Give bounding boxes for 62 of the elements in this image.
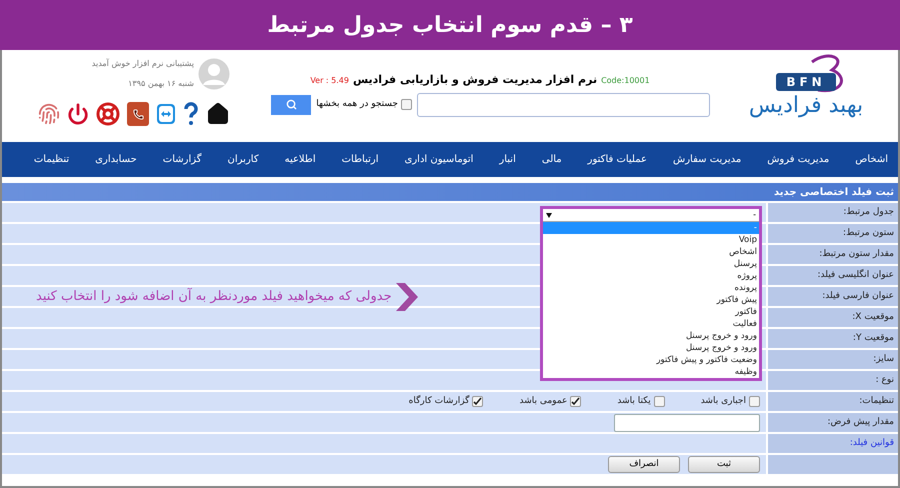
chevron-icon [396,283,418,311]
select-value: - [753,209,756,221]
home-icon[interactable] [206,102,230,126]
annotation-text: جدولی که میخواهید فیلد موردنظر به آن اضافه شود را انتخاب کنید [36,287,392,306]
banner-title: ۳ – قدم سوم انتخاب جدول مرتبط [267,12,633,40]
nav-item[interactable]: حسابداری [95,152,137,167]
checkbox[interactable] [401,99,412,110]
nav-item[interactable]: عملیات فاکتور [588,152,647,167]
submit-button[interactable]: ثبت [688,456,760,473]
nav-item[interactable]: مدیریت سفارش [673,152,742,167]
nav-item[interactable]: تنظیمات [34,152,70,167]
welcome-text: پشتیبانی نرم افزار خوش آمدید [92,58,194,70]
field-rules-link[interactable]: قوانین فیلد: [850,436,894,450]
checkbox-label: جستجو در همه بخشها [316,98,398,111]
field-label: سایز: [873,352,894,366]
field-label: نوع : [876,374,894,387]
default-value-field[interactable] [614,414,760,432]
caret-icon [546,212,552,218]
search-icon [286,99,297,110]
field-label: موقعیت Y: [852,332,894,345]
checkbox-label: گزارشات کارگاه [408,394,470,408]
nav-item[interactable]: اطلاعیه [284,152,316,167]
field-label: مقدار ستون مرتبط: [819,248,894,261]
nav-item[interactable]: مدیریت فروش [767,152,830,167]
field-label: جدول مرتبط: [843,206,894,219]
field-label: موقعیت X: [852,310,894,324]
avatar-icon [198,58,230,90]
checkbox[interactable] [749,396,760,407]
nav-item[interactable]: اتوماسیون اداری [404,152,474,167]
field-label: مقدار پیش فرض: [827,416,894,429]
logo-badge: BFN [776,73,836,91]
checkbox[interactable] [472,396,484,407]
field-label: تنظیمات: [859,394,894,408]
field-label: ستون مرتبط: [843,226,894,240]
nav-item[interactable]: کاربران [228,152,259,167]
checkbox-label: یکتا باشد [617,394,651,408]
phonebook-icon[interactable] [127,102,149,126]
remote-app-icon[interactable] [156,103,176,125]
checkbox[interactable] [570,396,582,407]
date-text: شنبه ۱۶ بهمن ۱۳۹۵ [127,78,194,90]
version-label: Ver : 5.49 [310,75,349,87]
fingerprint-icon[interactable] [38,103,60,125]
search-field[interactable] [417,92,710,116]
nav-item[interactable]: ارتباطات [342,152,379,167]
nav-item[interactable]: گزارشات [162,152,202,167]
form-title: ثبت فیلد اختصاصی جدید [774,186,894,200]
checkbox[interactable] [654,396,665,407]
nav-item[interactable]: اشخاص [855,152,888,167]
cancel-button[interactable]: انصراف [608,456,680,473]
checkbox-label: عمومی باشد [519,394,568,408]
help-icon[interactable] [183,102,199,126]
lifebuoy-icon[interactable] [96,102,120,126]
nav-item[interactable]: مالی [542,152,562,167]
nav-item[interactable]: انبار [499,152,516,167]
product-title: نرم افزار مدیریت فروش و بازاریابی فرادیس [352,72,598,88]
checkbox-label: اجباری باشد [700,394,746,408]
field-label: عنوان فارسی فیلد: [822,290,894,303]
search-button[interactable] [271,94,312,114]
power-icon[interactable] [67,103,89,125]
field-label: عنوان انگلیسی فیلد: [817,268,894,282]
code-label: Code:10001 [601,75,650,87]
logo-wordmark: بهبد فرادیس [748,92,864,120]
